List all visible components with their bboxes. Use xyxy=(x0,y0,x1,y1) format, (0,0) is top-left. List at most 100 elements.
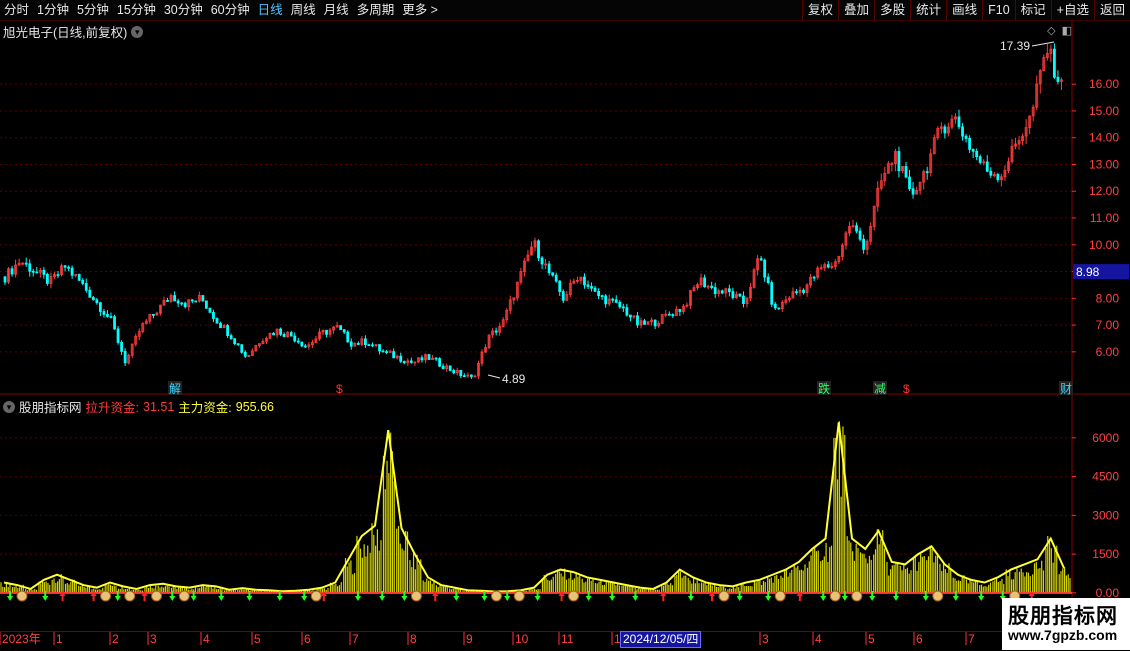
volume-bar xyxy=(835,438,837,593)
volume-bar xyxy=(825,542,827,593)
volume-bar xyxy=(950,568,952,593)
price-label: 10.00 xyxy=(1089,238,1119,252)
volume-bar xyxy=(973,582,975,593)
candle xyxy=(381,350,385,353)
volume-bar xyxy=(435,585,438,593)
candle xyxy=(95,299,99,304)
candle xyxy=(109,316,113,318)
volume-bar xyxy=(999,581,1001,593)
volume-bar xyxy=(694,583,696,593)
volume-bar xyxy=(935,555,937,593)
candle xyxy=(208,307,212,313)
volume-bar xyxy=(1069,578,1071,593)
candle xyxy=(219,322,222,329)
volume-bar xyxy=(0,582,2,593)
candle xyxy=(826,264,830,268)
candle xyxy=(710,285,714,288)
candle xyxy=(911,188,915,195)
volume-bar xyxy=(1035,562,1037,593)
candle xyxy=(593,287,597,292)
candle xyxy=(10,268,14,275)
volume-bar xyxy=(838,421,840,593)
candle xyxy=(667,313,671,316)
volume-bar xyxy=(719,585,721,593)
volume-bar xyxy=(433,580,435,593)
volume-bar xyxy=(965,579,968,593)
candle xyxy=(303,345,307,348)
candle xyxy=(957,116,961,128)
candle xyxy=(586,284,590,287)
volume-bar xyxy=(829,547,831,593)
candle xyxy=(600,295,604,297)
candle xyxy=(342,329,346,333)
volume-bar xyxy=(1022,572,1024,593)
volume-bar xyxy=(901,570,903,593)
candle xyxy=(123,350,127,364)
candle xyxy=(215,318,219,324)
candle xyxy=(742,295,745,305)
volume-bar xyxy=(827,562,829,593)
volume-bar xyxy=(49,584,51,593)
volume-bar xyxy=(808,561,810,593)
volume-bar xyxy=(373,534,375,593)
volume-bar xyxy=(367,545,369,593)
candle xyxy=(678,309,682,312)
volume-bar xyxy=(952,577,954,593)
volume-bar xyxy=(961,575,963,593)
volume-bar xyxy=(149,585,151,593)
candle xyxy=(469,374,473,377)
volume-bar xyxy=(624,586,627,593)
volume-bar xyxy=(166,585,168,593)
volume-bar xyxy=(626,585,628,593)
candle xyxy=(462,375,466,378)
candle xyxy=(763,259,767,278)
chart-canvas[interactable]: 6.007.008.009.0010.0011.0012.0013.0014.0… xyxy=(0,0,1130,650)
volume-bar xyxy=(590,580,592,593)
candle xyxy=(985,161,989,172)
volume-bar xyxy=(53,578,55,593)
candle xyxy=(629,314,632,318)
volume-bar xyxy=(1037,568,1039,593)
volume-bar xyxy=(888,575,890,593)
volume-bar xyxy=(916,570,918,593)
volume-bar xyxy=(443,585,445,593)
volume-bar xyxy=(687,577,689,593)
volume-bar xyxy=(969,579,971,593)
current-price-label: 8.98 xyxy=(1076,265,1100,279)
money-bag-icon xyxy=(124,590,136,602)
candle xyxy=(363,338,367,346)
volume-bar xyxy=(568,578,570,593)
volume-bar xyxy=(897,562,899,593)
money-bag-icon xyxy=(410,590,422,602)
candle xyxy=(614,299,618,303)
candle xyxy=(621,306,625,309)
low-pointer xyxy=(487,374,501,379)
volume-bar xyxy=(830,545,833,593)
volume-bar xyxy=(958,580,960,593)
candle xyxy=(378,344,381,352)
volume-bar xyxy=(1048,538,1051,593)
price-label: 7.00 xyxy=(1096,318,1120,332)
event-marker-1: $ xyxy=(336,382,343,396)
candle xyxy=(908,176,911,190)
volume-bar xyxy=(810,555,812,593)
volume-bar xyxy=(767,577,769,593)
candle xyxy=(346,331,350,343)
volume-bar xyxy=(393,481,395,593)
chevron-down-icon[interactable]: ▾ xyxy=(3,400,15,413)
volume-bar xyxy=(698,583,700,593)
volume-bar xyxy=(736,586,738,593)
volume-bar xyxy=(565,579,568,593)
volume-bar xyxy=(776,575,778,593)
candle xyxy=(176,300,180,304)
volume-bar xyxy=(696,580,698,593)
volume-bar xyxy=(677,569,680,593)
volume-bar xyxy=(923,556,925,593)
money-bag-icon xyxy=(100,590,112,602)
volume-bar xyxy=(903,564,905,593)
candle xyxy=(777,307,781,310)
volume-bar xyxy=(683,575,685,593)
volume-bar xyxy=(783,571,786,593)
volume-bar xyxy=(343,568,345,593)
volume-bar xyxy=(926,560,928,593)
